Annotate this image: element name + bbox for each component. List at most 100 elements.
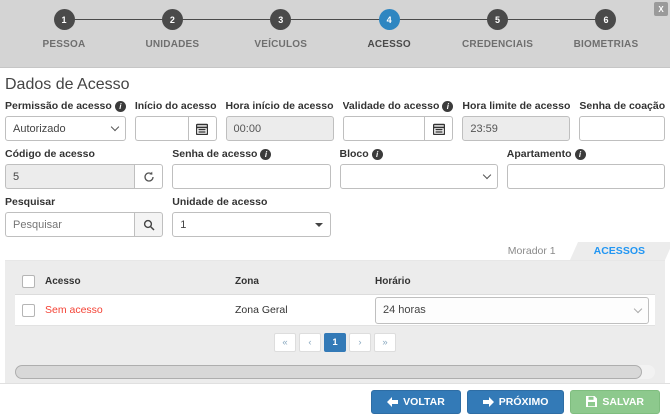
select-all-checkbox[interactable] <box>22 275 35 288</box>
search-icon <box>143 219 155 231</box>
pagination-page-1-button[interactable]: 1 <box>324 333 346 352</box>
hora-inicio-label: Hora início de acesso <box>226 100 334 112</box>
field-inicio-acesso: Início do acesso <box>135 100 217 141</box>
pesquisar-label: Pesquisar <box>5 196 55 208</box>
cell-acesso: Sem acesso <box>45 304 235 316</box>
page-title: Dados de Acesso <box>5 76 665 94</box>
horario-value: 24 horas <box>383 304 426 316</box>
acessos-panel: Acesso Zona Horário Sem acesso Zona Gera… <box>5 261 665 386</box>
close-icon[interactable]: X <box>654 2 668 16</box>
voltar-button[interactable]: VOLTAR <box>371 390 461 414</box>
arrow-right-icon <box>483 397 494 407</box>
scrollbar-thumb[interactable] <box>15 365 642 379</box>
hora-limite-label: Hora limite de acesso <box>462 100 570 112</box>
pesquisar-input[interactable] <box>5 212 134 237</box>
pagination: « ‹ 1 › » <box>15 333 655 352</box>
horario-select[interactable]: 24 horas <box>375 297 649 324</box>
info-icon: i <box>442 101 453 112</box>
horizontal-scrollbar <box>15 365 655 379</box>
col-header-acesso: Acesso <box>45 276 235 287</box>
chevron-down-icon <box>111 123 119 131</box>
field-hora-inicio: Hora início de acesso <box>226 100 334 141</box>
save-icon <box>586 396 597 407</box>
bloco-select[interactable] <box>340 164 498 189</box>
validade-label: Validade do acesso <box>343 100 440 112</box>
table-header-row: Acesso Zona Horário <box>15 269 655 295</box>
step-pessoa[interactable]: 1 PESSOA <box>18 9 110 50</box>
step-4-label: ACESSO <box>367 39 410 50</box>
chevron-down-icon <box>634 304 642 312</box>
codigo-label: Código de acesso <box>5 148 95 160</box>
proximo-label: PRÓXIMO <box>499 396 549 408</box>
wizard-stepper: 1 PESSOA 2 UNIDADES 3 VEÍCULOS 4 ACESSO … <box>0 0 670 68</box>
unidade-value: 1 <box>180 219 186 231</box>
info-icon: i <box>575 149 586 160</box>
step-5-circle: 5 <box>487 9 508 30</box>
step-3-circle: 3 <box>270 9 291 30</box>
step-unidades[interactable]: 2 UNIDADES <box>126 9 218 50</box>
pagination-prev-button[interactable]: ‹ <box>299 333 321 352</box>
tab-morador-1[interactable]: Morador 1 <box>494 242 570 260</box>
pagination-last-button[interactable]: » <box>374 333 396 352</box>
cell-zona: Zona Geral <box>235 304 375 316</box>
inicio-label: Início do acesso <box>135 100 217 112</box>
table-row: Sem acesso Zona Geral 24 horas <box>15 295 655 326</box>
step-1-label: PESSOA <box>43 39 86 50</box>
info-icon: i <box>115 101 126 112</box>
field-pesquisar: Pesquisar <box>5 196 163 237</box>
proximo-button[interactable]: PRÓXIMO <box>467 390 565 414</box>
search-button[interactable] <box>134 212 163 237</box>
info-icon: i <box>260 149 271 160</box>
col-header-zona: Zona <box>235 276 375 287</box>
field-unidade-acesso: Unidade de acesso 1 <box>172 196 330 237</box>
field-senha-coacao: Senha de coação <box>579 100 665 141</box>
pagination-next-button[interactable]: › <box>349 333 371 352</box>
step-credenciais[interactable]: 5 CREDENCIAIS <box>452 9 544 50</box>
apartamento-input[interactable] <box>507 164 665 189</box>
refresh-button[interactable] <box>134 164 163 189</box>
step-acesso[interactable]: 4 ACESSO <box>343 9 435 50</box>
step-1-circle: 1 <box>54 9 75 30</box>
info-icon: i <box>372 149 383 160</box>
step-2-circle: 2 <box>162 9 183 30</box>
pagination-first-button[interactable]: « <box>274 333 296 352</box>
salvar-label: SALVAR <box>602 396 644 408</box>
tab-acessos[interactable]: ACESSOS <box>570 242 665 260</box>
permissao-select[interactable]: Autorizado <box>5 116 126 141</box>
codigo-input <box>5 164 134 189</box>
calendar-button[interactable] <box>188 116 217 141</box>
permissao-value: Autorizado <box>13 123 66 135</box>
senha-acesso-label: Senha de acesso <box>172 148 257 160</box>
step-biometrias[interactable]: 6 BIOMETRIAS <box>560 9 652 50</box>
voltar-label: VOLTAR <box>403 396 445 408</box>
step-2-label: UNIDADES <box>145 39 199 50</box>
senha-coacao-input[interactable] <box>579 116 665 141</box>
senha-acesso-input[interactable] <box>172 164 330 189</box>
access-table: Acesso Zona Horário Sem acesso Zona Gera… <box>15 269 655 326</box>
hora-limite-input <box>462 116 570 141</box>
calendar-icon <box>433 123 445 135</box>
validade-input[interactable] <box>343 116 425 141</box>
calendar-icon <box>196 123 208 135</box>
field-permissao: Permissão de acessoi Autorizado <box>5 100 126 141</box>
footer-action-bar: VOLTAR PRÓXIMO SALVAR <box>0 383 670 419</box>
senha-coacao-label: Senha de coação <box>579 100 665 112</box>
unidade-label: Unidade de acesso <box>172 196 267 208</box>
salvar-button[interactable]: SALVAR <box>570 390 660 414</box>
field-apartamento: Apartamentoi <box>507 148 665 189</box>
access-form: Dados de Acesso Permissão de acessoi Aut… <box>0 68 670 386</box>
row-checkbox[interactable] <box>22 304 35 317</box>
chevron-down-icon <box>483 171 491 179</box>
apartamento-label: Apartamento <box>507 148 572 160</box>
inicio-input[interactable] <box>135 116 188 141</box>
step-3-label: VEÍCULOS <box>254 39 307 50</box>
bloco-label: Bloco <box>340 148 369 160</box>
refresh-icon <box>143 171 155 183</box>
step-veiculos[interactable]: 3 VEÍCULOS <box>235 9 327 50</box>
col-header-horario: Horário <box>375 276 655 287</box>
permissao-label: Permissão de acesso <box>5 100 112 112</box>
caret-down-icon <box>315 223 323 227</box>
calendar-button[interactable] <box>424 116 453 141</box>
tab-bar: Morador 1 ACESSOS <box>5 244 665 261</box>
unidade-select[interactable]: 1 <box>172 212 330 237</box>
